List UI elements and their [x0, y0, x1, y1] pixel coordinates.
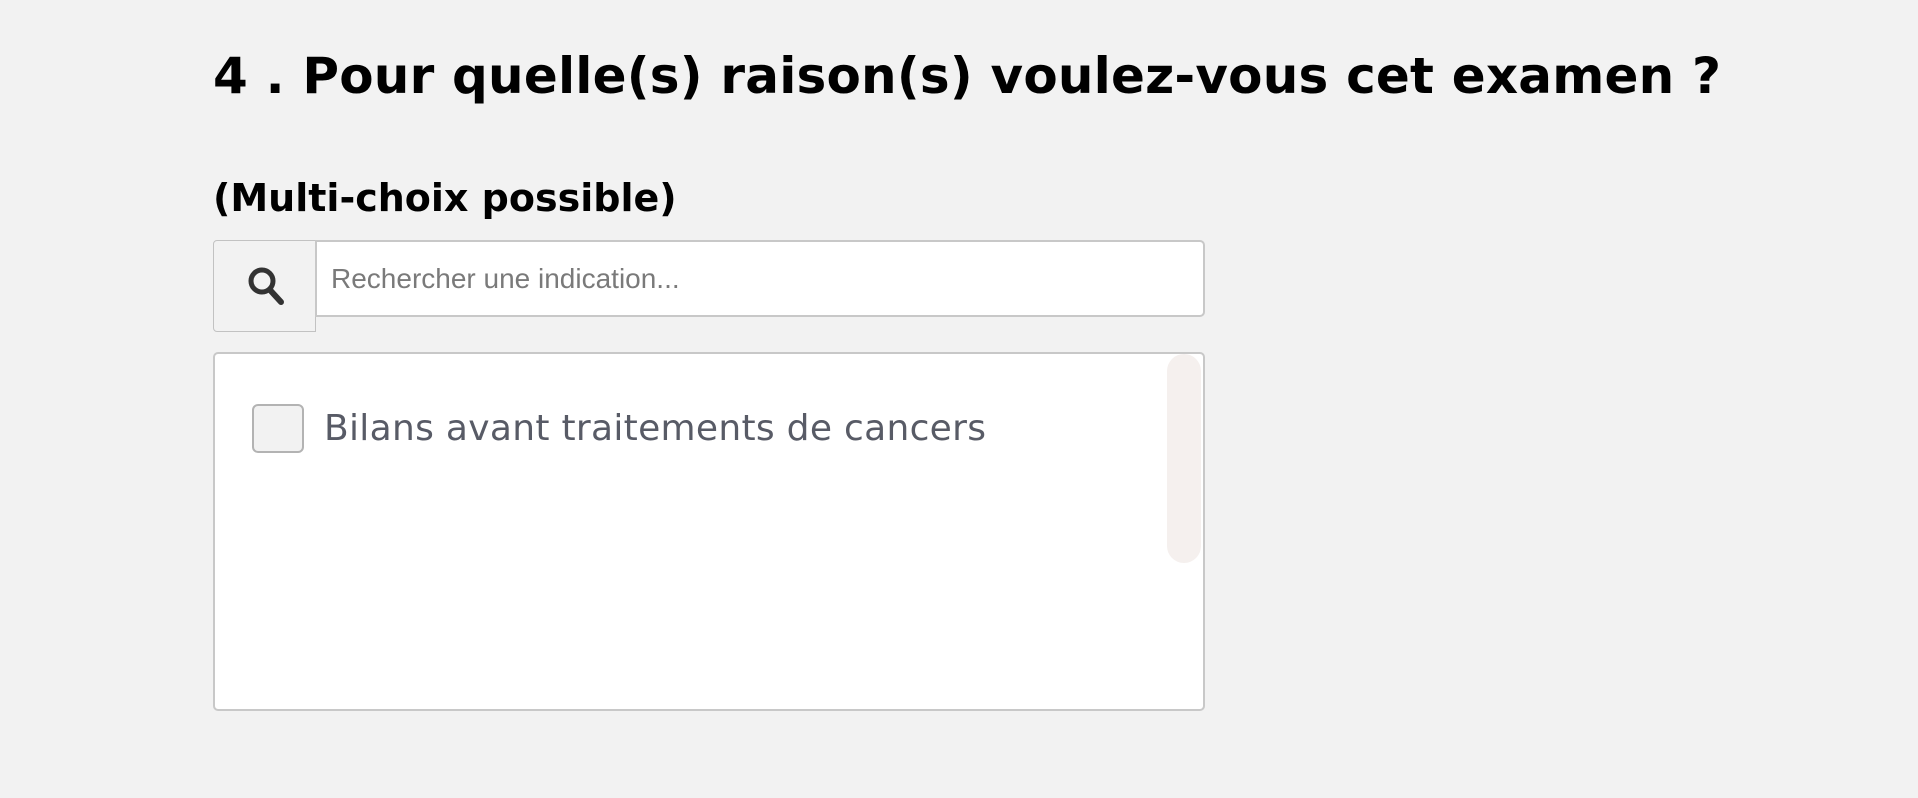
search-icon — [248, 267, 284, 305]
options-list[interactable]: Bilans avant traitements de cancers — [213, 352, 1205, 711]
search-button[interactable] — [213, 240, 316, 332]
search-input[interactable] — [315, 240, 1205, 317]
scrollbar-thumb[interactable] — [1167, 354, 1201, 563]
scrollbar[interactable] — [1165, 354, 1203, 709]
option-label: Bilans avant traitements de cancers — [324, 407, 987, 449]
search-group — [213, 240, 1205, 332]
question-subtitle: (Multi-choix possible) — [213, 176, 677, 220]
option-checkbox[interactable] — [252, 403, 304, 453]
option-item[interactable]: Bilans avant traitements de cancers — [252, 400, 986, 456]
question-title: 4 . Pour quelle(s) raison(s) voulez-vous… — [213, 47, 1722, 105]
